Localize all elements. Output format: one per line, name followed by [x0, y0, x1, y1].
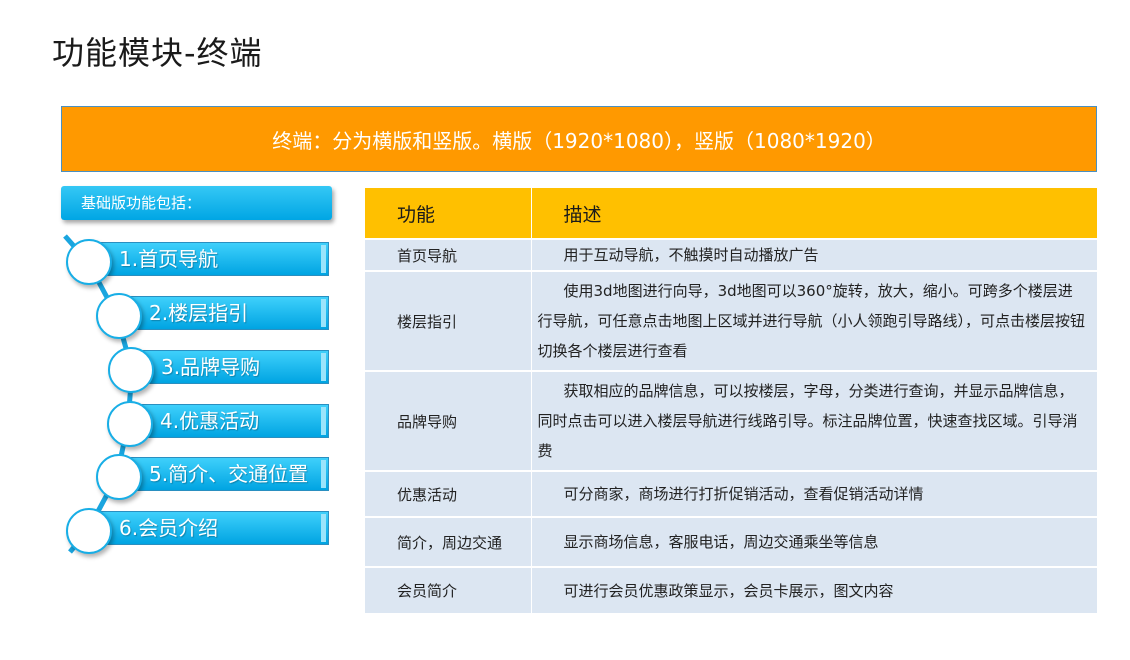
table-row: 简介，周边交通 显示商场信息，客服电话，周边交通乘坐等信息 — [365, 516, 1097, 567]
menu-circle-icon — [108, 347, 154, 393]
page-title: 功能模块-终端 — [52, 34, 263, 72]
table-row: 优惠活动 可分商家，商场进行打折促销活动，查看促销活动详情 — [365, 470, 1097, 517]
menu-circle-icon — [66, 239, 112, 285]
column-header-feature: 功能 — [365, 188, 532, 239]
menu-bar: 1.首页导航 — [88, 242, 329, 276]
menu-item-home-nav[interactable]: 1.首页导航 — [66, 239, 329, 285]
menu-item-intro-traffic[interactable]: 5.简介、交通位置 — [96, 454, 329, 500]
menu-bar: 4.优惠活动 — [129, 404, 329, 438]
table-row: 首页导航 用于互动导航，不触摸时自动播放广告 — [365, 238, 1097, 271]
table-row: 会员简介 可进行会员优惠政策显示，会员卡展示，图文内容 — [365, 566, 1097, 613]
column-header-description: 描述 — [531, 188, 1097, 239]
features-table-panel: 功能 描述 首页导航 用于互动导航，不触摸时自动播放广告 楼层指引 使用3d地图… — [365, 188, 1097, 613]
menu-circle-icon — [96, 293, 142, 339]
feature-cell: 会员简介 — [365, 566, 532, 613]
menu-bar: 2.楼层指引 — [118, 296, 329, 330]
description-cell: 可分商家，商场进行打折促销活动，查看促销活动详情 — [531, 470, 1097, 517]
menu-item-brand-guide[interactable]: 3.品牌导购 — [108, 347, 329, 393]
feature-cell: 优惠活动 — [365, 470, 532, 517]
feature-cell: 品牌导购 — [365, 370, 532, 471]
menu-item-floor-guide[interactable]: 2.楼层指引 — [96, 293, 329, 339]
description-cell: 显示商场信息，客服电话，周边交通乘坐等信息 — [531, 516, 1097, 567]
menu-circle-icon — [96, 454, 142, 500]
menu-bar: 3.品牌导购 — [130, 350, 329, 384]
feature-cell: 首页导航 — [365, 238, 532, 271]
feature-cell: 楼层指引 — [365, 270, 532, 371]
feature-cell: 简介，周边交通 — [365, 516, 532, 567]
menu-circle-icon — [107, 401, 153, 447]
menu-bar: 5.简介、交通位置 — [118, 457, 329, 491]
description-cell: 用于互动导航，不触摸时自动播放广告 — [531, 238, 1097, 271]
table-row: 品牌导购 获取相应的品牌信息，可以按楼层，字母，分类进行查询，并显示品牌信息，同… — [365, 370, 1097, 471]
menu-circle-icon — [66, 508, 112, 554]
terminal-banner: 终端：分为横版和竖版。横版（1920*1080），竖版（1080*1920） — [61, 106, 1097, 172]
menu-item-membership[interactable]: 6.会员介绍 — [66, 508, 329, 554]
features-subheading: 基础版功能包括： — [61, 186, 332, 220]
menu-item-label: 2.楼层指引 — [149, 301, 249, 325]
menu-bar: 6.会员介绍 — [88, 511, 329, 545]
table-row: 楼层指引 使用3d地图进行向导，3d地图可以360°旋转，放大，缩小。可跨多个楼… — [365, 270, 1097, 371]
description-cell: 获取相应的品牌信息，可以按楼层，字母，分类进行查询，并显示品牌信息，同时点击可以… — [531, 370, 1097, 471]
menu-item-label: 1.首页导航 — [119, 247, 219, 271]
menu-item-label: 6.会员介绍 — [119, 516, 219, 540]
description-cell: 使用3d地图进行向导，3d地图可以360°旋转，放大，缩小。可跨多个楼层进行导航… — [531, 270, 1097, 371]
menu-item-label: 3.品牌导购 — [161, 355, 261, 379]
features-table: 功能 描述 首页导航 用于互动导航，不触摸时自动播放广告 楼层指引 使用3d地图… — [365, 188, 1097, 613]
banner-text: 终端：分为横版和竖版。横版（1920*1080），竖版（1080*1920） — [272, 128, 886, 153]
menu-item-label: 5.简介、交通位置 — [149, 462, 309, 486]
table-header-row: 功能 描述 — [365, 188, 1097, 239]
menu-item-label: 4.优惠活动 — [160, 409, 260, 433]
menu-item-promotions[interactable]: 4.优惠活动 — [107, 401, 329, 447]
description-cell: 可进行会员优惠政策显示，会员卡展示，图文内容 — [531, 566, 1097, 613]
